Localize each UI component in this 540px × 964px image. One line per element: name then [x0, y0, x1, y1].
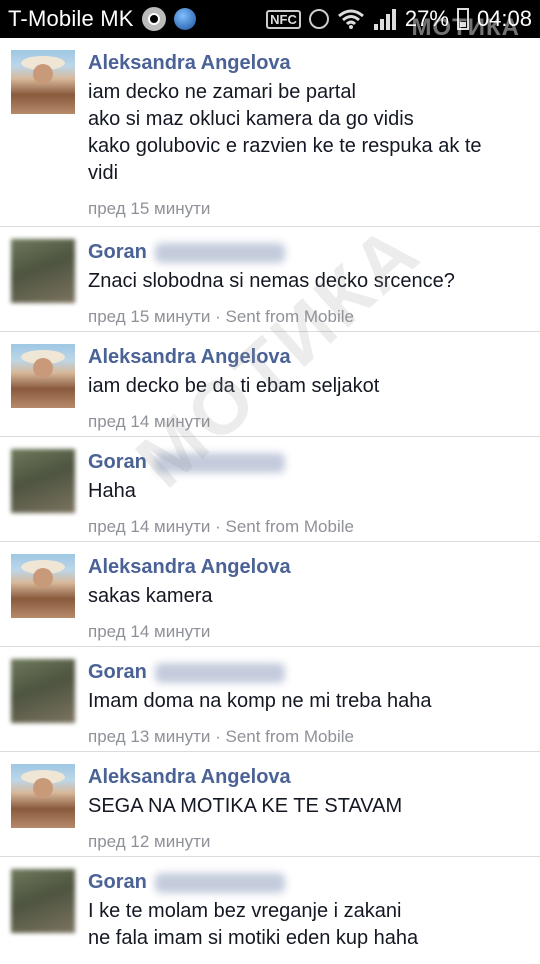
message-item: Goran Imam doma na komp ne mi treba haha… [0, 647, 540, 752]
wifi-icon [337, 9, 364, 29]
globe-icon [173, 8, 196, 30]
avatar[interactable] [11, 554, 75, 618]
avatar[interactable] [11, 344, 75, 408]
message-body: Imam doma na komp ne mi treba haha [88, 688, 540, 715]
avatar[interactable] [11, 239, 75, 303]
sender-name[interactable]: Goran [88, 871, 147, 894]
message-item: Goran Znaci slobodna si nemas decko srce… [0, 227, 540, 332]
message-body: SEGA NA MOTIKA KE TE STAVAM [88, 793, 540, 820]
message-line: I ke te molam bez vreganje i zakani [88, 900, 402, 922]
message-meta: пред 14 минути · Sent from Mobile [88, 517, 354, 536]
message-line: Znaci slobodna si nemas decko srcence? [88, 270, 455, 292]
message-body: iam decko be da ti ebam seljakot [88, 373, 540, 400]
blurred-surname [154, 242, 285, 263]
alarm-icon [308, 9, 329, 29]
blurred-surname [154, 452, 285, 473]
message-meta: пред 14 минути [88, 412, 211, 431]
message-item: Aleksandra Angelova sakas kamera пред 14… [0, 542, 540, 647]
message-meta: пред 13 минути · Sent from Mobile [88, 727, 354, 746]
carrier-name: T-Mobile MK [8, 6, 134, 31]
message-line: kako golubovic e razvien ke te respuka a… [88, 135, 482, 157]
message-meta: пред 15 минути · Sent from Mobile [88, 307, 354, 326]
message-item: Aleksandra Angelova iam decko ne zamari … [0, 38, 540, 227]
message-body: sakas kamera [88, 583, 540, 610]
message-item: Aleksandra Angelova iam decko be da ti e… [0, 332, 540, 437]
blurred-surname [154, 872, 285, 893]
message-feed: Aleksandra Angelova iam decko ne zamari … [0, 38, 540, 962]
avatar[interactable] [11, 764, 75, 828]
sender-name[interactable]: Aleksandra Angelova [88, 766, 291, 789]
message-line: iam decko be da ti ebam seljakot [88, 375, 380, 397]
message-meta: пред 15 минути [88, 199, 211, 218]
message-meta: пред 14 минути [88, 622, 211, 641]
avatar[interactable] [11, 659, 75, 723]
avatar[interactable] [11, 449, 75, 513]
message-body: I ke te molam bez vreganje i zakani ne f… [88, 898, 540, 952]
blurred-surname [154, 662, 285, 683]
message-line: ne fala imam si motiki eden kup haha [88, 927, 419, 949]
sender-name[interactable]: Goran [88, 241, 147, 264]
message-line: ako si maz okluci kamera da go vidis [88, 108, 414, 130]
sender-name[interactable]: Goran [88, 661, 147, 684]
message-line: iam decko ne zamari be partal [88, 81, 356, 103]
avatar[interactable] [11, 869, 75, 933]
avatar[interactable] [11, 50, 75, 114]
message-item: Aleksandra Angelova SEGA NA MOTIKA KE TE… [0, 752, 540, 857]
nfc-icon: NFC [266, 9, 301, 29]
message-line: SEGA NA MOTIKA KE TE STAVAM [88, 795, 403, 817]
chrome-icon [141, 7, 166, 31]
message-item: Goran Haha пред 14 минути · Sent from Mo… [0, 437, 540, 542]
message-meta: пред 12 минути [88, 832, 211, 851]
message-line: Imam doma na komp ne mi treba haha [88, 690, 432, 712]
message-item: Goran I ke te molam bez vreganje i zakan… [0, 857, 540, 962]
sender-name[interactable]: Aleksandra Angelova [88, 346, 291, 369]
message-line: Haha [88, 480, 136, 502]
message-body: Haha [88, 478, 540, 505]
signal-icon [373, 9, 396, 30]
message-line: vidi [88, 162, 119, 184]
message-line: sakas kamera [88, 585, 213, 607]
status-bar: T-Mobile MK NFC 27% 04:08 МОТИКА [0, 0, 540, 41]
message-body: iam decko ne zamari be partal ako si maz… [88, 79, 540, 187]
sender-name[interactable]: Aleksandra Angelova [88, 556, 291, 579]
sender-name[interactable]: Goran [88, 451, 147, 474]
sender-name[interactable]: Aleksandra Angelova [88, 52, 291, 75]
message-body: Znaci slobodna si nemas decko srcence? [88, 268, 540, 295]
